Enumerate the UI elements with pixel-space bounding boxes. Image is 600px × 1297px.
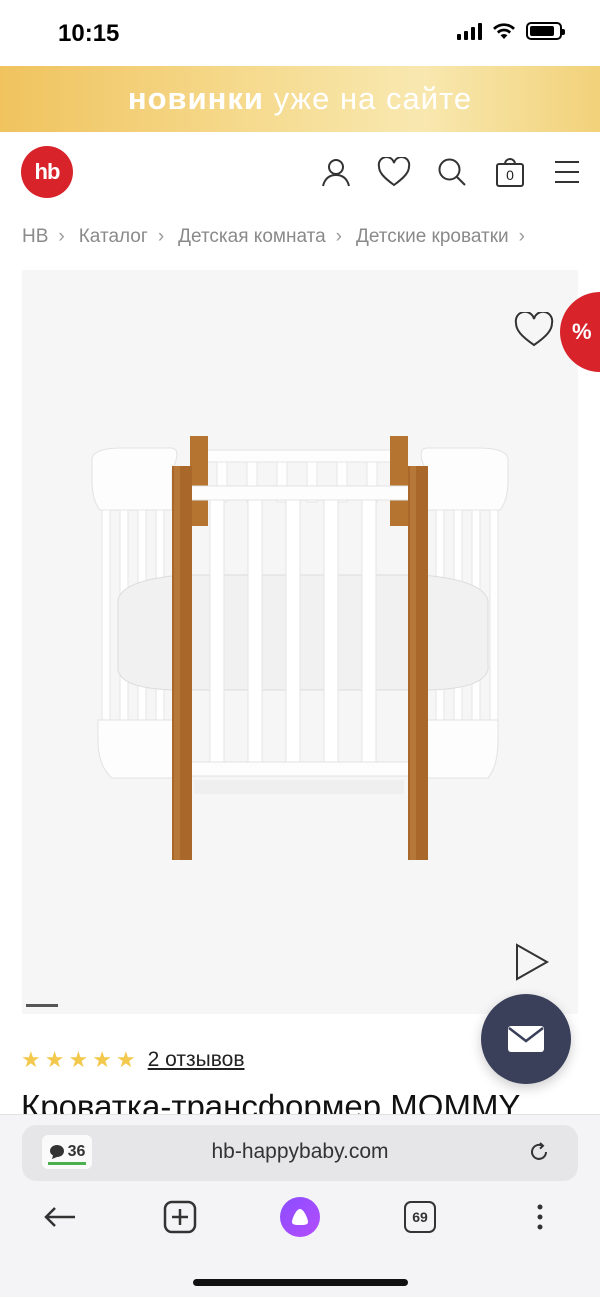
- browser-nav: 69: [0, 1195, 600, 1255]
- url-text: hb-happybaby.com: [211, 1140, 389, 1163]
- reload-icon[interactable]: [528, 1141, 550, 1168]
- star-icon: ★: [115, 1047, 136, 1072]
- search-icon[interactable]: [434, 154, 470, 190]
- product-gallery[interactable]: [22, 270, 578, 1014]
- breadcrumb-item[interactable]: Детские кроватки: [356, 226, 509, 248]
- star-icon: ★: [44, 1047, 65, 1072]
- breadcrumb: HB › Каталог › Детская комната › Детские…: [22, 226, 539, 248]
- contact-button[interactable]: [481, 994, 571, 1084]
- cart-button[interactable]: 0: [492, 154, 528, 190]
- chevron-right-icon: ›: [335, 226, 342, 247]
- back-icon[interactable]: [38, 1195, 82, 1239]
- breadcrumb-item[interactable]: Каталог: [79, 226, 148, 248]
- battery-icon: [526, 22, 565, 40]
- brand-logo[interactable]: hb: [21, 146, 73, 198]
- tabs-count: 69: [404, 1201, 436, 1233]
- product-image: [91, 436, 509, 860]
- promo-text-bold: новинки: [127, 81, 264, 116]
- new-tab-icon[interactable]: [158, 1195, 202, 1239]
- promo-banner[interactable]: новинки уже на сайте: [0, 66, 600, 132]
- star-icon: ★: [92, 1047, 112, 1072]
- chevron-right-icon: ›: [157, 226, 165, 247]
- menu-icon[interactable]: [549, 154, 585, 190]
- product-rating: ★ ★ ★ ★ ★ 2 отзывов: [21, 1048, 245, 1072]
- tabs-button[interactable]: 69: [398, 1195, 442, 1239]
- star-icon: ★: [68, 1047, 89, 1072]
- address-bar[interactable]: 36 hb-happybaby.com: [22, 1125, 578, 1181]
- cart-count: 0: [506, 167, 514, 183]
- account-icon[interactable]: [318, 154, 354, 190]
- favorites-icon[interactable]: [376, 154, 412, 190]
- reviews-link[interactable]: 2 отзывов: [148, 1048, 245, 1072]
- site-header: hb 0: [0, 132, 600, 214]
- chevron-right-icon: ›: [58, 226, 65, 247]
- promo-text: новинки уже на сайте: [128, 81, 472, 117]
- breadcrumb-item[interactable]: Детская комната: [178, 226, 326, 248]
- cellular-signal-icon: [457, 22, 482, 40]
- play-video-icon[interactable]: [514, 942, 550, 987]
- gallery-page-indicator: [26, 1004, 58, 1007]
- wifi-icon: [493, 23, 515, 39]
- promo-text-rest: уже на сайте: [273, 81, 473, 116]
- mail-icon: [508, 1026, 544, 1052]
- status-time: 10:15: [58, 20, 120, 47]
- alice-assistant-icon[interactable]: [278, 1195, 322, 1239]
- star-icon: ★: [21, 1047, 41, 1072]
- chevron-right-icon: ›: [518, 226, 525, 247]
- browser-toolbar: 36 hb-happybaby.com 69: [0, 1114, 600, 1297]
- status-bar: 10:15: [0, 0, 600, 66]
- status-icons: [457, 22, 565, 40]
- home-indicator: [193, 1279, 408, 1286]
- more-menu-icon[interactable]: [518, 1195, 562, 1239]
- add-to-favorites-icon[interactable]: [514, 310, 554, 353]
- breadcrumb-item[interactable]: HB: [22, 226, 48, 248]
